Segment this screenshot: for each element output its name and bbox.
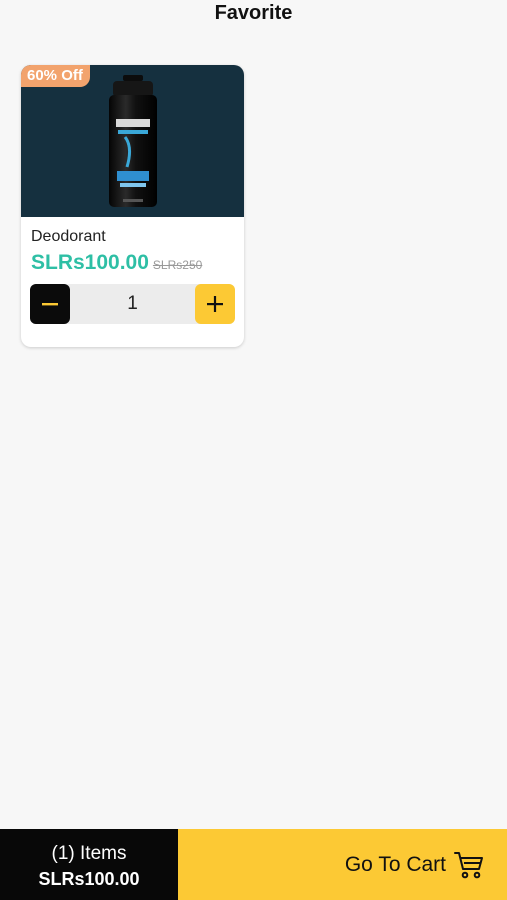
plus-icon: [207, 296, 223, 312]
current-price: SLRs100.00: [31, 251, 149, 274]
cart-icon: [454, 852, 483, 879]
decrease-quantity-button[interactable]: [30, 284, 70, 324]
quantity-value: 1: [127, 293, 138, 314]
original-price: SLRs250: [152, 258, 203, 272]
deodorant-product-photo: [109, 75, 157, 207]
quantity-stepper[interactable]: 1: [30, 284, 235, 324]
bottom-bar: (1) Items SLRs100.00 Go To Cart: [0, 829, 507, 900]
minus-icon: [42, 303, 58, 306]
go-to-cart-label: Go To Cart: [344, 853, 446, 876]
cart-summary: (1) Items SLRs100.00: [0, 829, 178, 900]
increase-quantity-button[interactable]: [195, 284, 235, 324]
discount-badge: 60% Off: [21, 65, 90, 87]
product-card[interactable]: 60% Off Deodorant SLRs100.00 SLRs250 1: [21, 65, 244, 347]
product-image[interactable]: 60% Off: [21, 65, 244, 217]
page-header: Favorite: [0, 0, 507, 30]
page-title: Favorite: [214, 2, 293, 24]
cart-total: SLRs100.00: [38, 869, 140, 889]
items-count: (1) Items: [51, 843, 127, 864]
go-to-cart-button[interactable]: Go To Cart: [178, 829, 507, 900]
price-row: SLRs100.00 SLRs250: [31, 251, 231, 277]
product-name: Deodorant: [31, 228, 106, 245]
